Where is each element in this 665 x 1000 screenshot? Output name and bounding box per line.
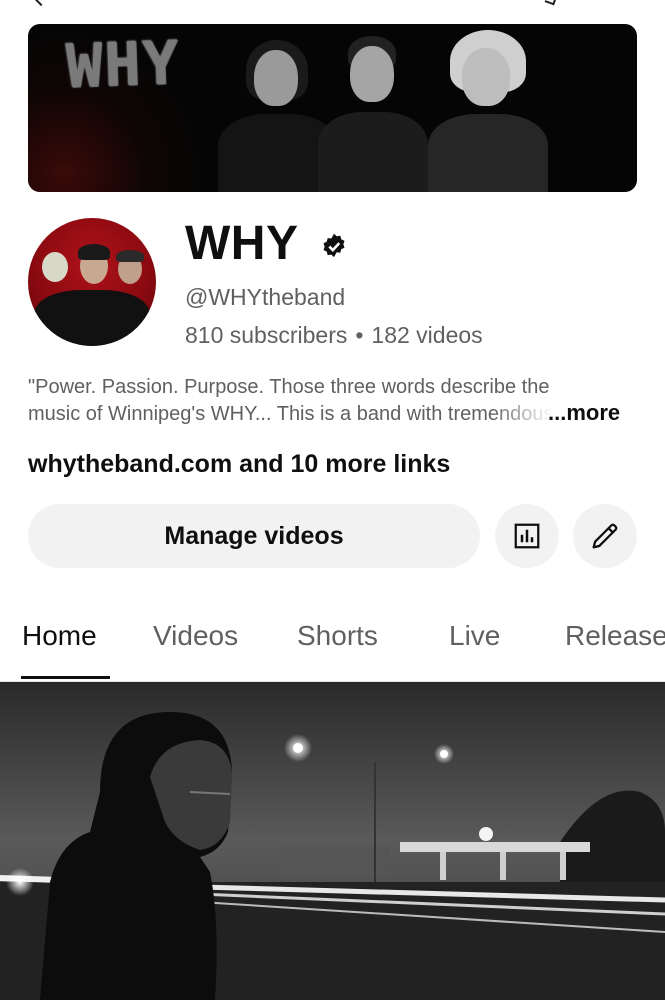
banner-member-3 (428, 30, 548, 192)
channel-banner: WHY (28, 24, 637, 192)
video-count: 182 videos (371, 322, 483, 348)
status-bar-remnant (0, 0, 665, 7)
active-tab-indicator (21, 676, 110, 679)
channel-name: WHY (185, 217, 299, 270)
description-line-2: music of Winnipeg's WHY... This is a ban… (28, 403, 553, 425)
channel-handle: @WHYtheband (185, 284, 346, 310)
edit-channel-button[interactable] (573, 504, 637, 568)
featured-video-image (0, 682, 665, 1000)
tab-videos[interactable]: Videos (153, 620, 238, 652)
tab-live[interactable]: Live (449, 620, 500, 652)
pencil-icon (592, 523, 618, 549)
banner-logo-text: WHY (64, 28, 182, 102)
tab-shorts[interactable]: Shorts (297, 620, 378, 652)
menu-chevron-icon[interactable] (544, 0, 558, 6)
manage-videos-button[interactable]: Manage videos (28, 504, 480, 568)
subscriber-count: 810 subscribers (185, 322, 348, 348)
description-more-link[interactable]: ...more (548, 400, 620, 426)
stats-separator: • (355, 322, 364, 348)
channel-links[interactable]: whytheband.com and 10 more links (28, 450, 450, 479)
tab-home[interactable]: Home (22, 620, 97, 652)
analytics-button[interactable] (495, 504, 559, 568)
verified-badge-icon (323, 233, 345, 258)
tab-releases[interactable]: Releases (565, 620, 665, 652)
channel-description[interactable]: "Power. Passion. Purpose. Those three wo… (28, 374, 638, 428)
channel-stats: 810 subscribers • 182 videos (185, 322, 483, 349)
analytics-icon (514, 523, 540, 549)
back-chevron-icon[interactable] (33, 0, 49, 7)
featured-video-thumbnail[interactable] (0, 682, 665, 1000)
description-line-1: "Power. Passion. Purpose. Those three wo… (28, 376, 550, 398)
banner-member-2 (318, 32, 428, 192)
channel-tabs: Home Videos Shorts Live Releases (0, 610, 665, 682)
channel-avatar[interactable] (28, 218, 156, 346)
